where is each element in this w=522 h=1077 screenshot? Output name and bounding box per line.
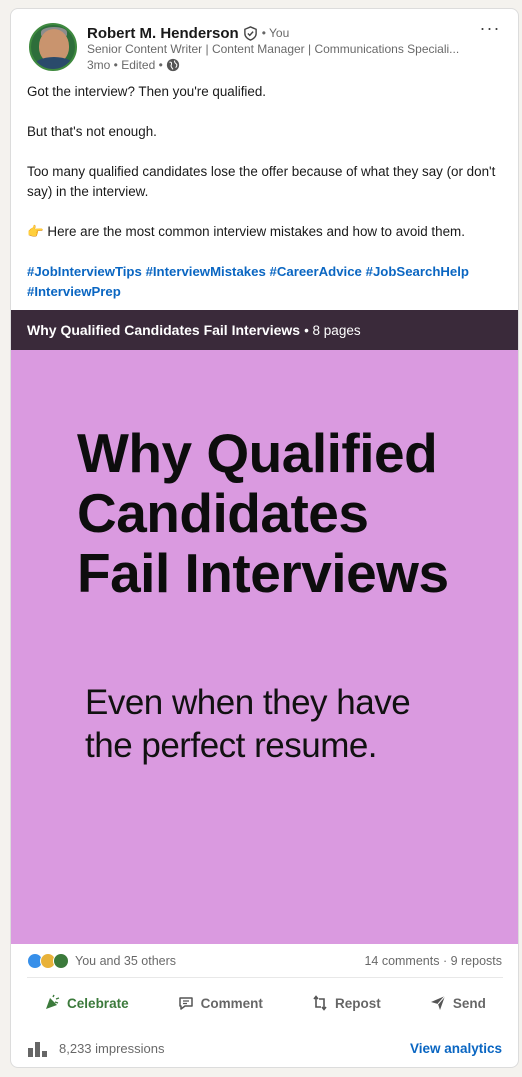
post-line: But that's not enough. — [27, 124, 157, 139]
more-options-button[interactable]: ··· — [476, 19, 504, 41]
hashtag-link[interactable]: #InterviewMistakes — [146, 264, 266, 279]
celebrate-label: Celebrate — [67, 995, 129, 1011]
impressions-count: 8,233 impressions — [59, 1040, 165, 1056]
author-headline: Senior Content Writer | Content Manager … — [87, 42, 460, 56]
hashtags: #JobInterviewTips #InterviewMistakes #Ca… — [27, 262, 505, 302]
send-label: Send — [452, 995, 486, 1011]
slide-subtitle: Even when they have the perfect resume. — [85, 681, 505, 767]
author-name[interactable]: Robert M. Henderson — [87, 25, 239, 42]
slide-title-line: Why Qualified — [77, 422, 438, 484]
bar-chart-icon — [28, 1042, 47, 1057]
send-icon — [430, 995, 446, 1010]
post-time: 3mo • Edited • — [87, 58, 163, 72]
repost-label: Repost — [335, 995, 381, 1011]
document-page-count: • 8 pages — [304, 322, 361, 338]
slide-title-line: Candidates — [77, 482, 369, 544]
celebrate-icon — [46, 994, 60, 1009]
comment-button[interactable]: Comment — [169, 988, 271, 1018]
send-button[interactable]: Send — [421, 988, 494, 1018]
analytics-row: 8,233 impressions View analytics — [11, 1033, 518, 1063]
comments-reposts-count[interactable]: 14 comments · 9 reposts — [364, 954, 502, 968]
reactions-count[interactable]: You and 35 others — [75, 954, 176, 968]
action-bar: Celebrate Comment Repost Send — [11, 983, 518, 1023]
social-counts: You and 35 others 14 comments · 9 repost… — [11, 945, 518, 977]
divider — [27, 977, 503, 978]
repost-button[interactable]: Repost — [303, 988, 389, 1018]
reactions-summary[interactable]: You and 35 others — [27, 953, 176, 969]
slide-subtitle-line: the perfect resume. — [85, 726, 378, 765]
post-card: Robert M. Henderson • You Senior Content… — [10, 8, 519, 1068]
document-title: Why Qualified Candidates Fail Interviews — [27, 322, 301, 338]
hashtag-link[interactable]: #InterviewPrep — [27, 284, 121, 299]
comment-icon — [178, 997, 193, 1010]
comment-label: Comment — [200, 995, 263, 1011]
post-header: Robert M. Henderson • You Senior Content… — [11, 9, 518, 85]
slide-title-line: Fail Interviews — [77, 542, 449, 604]
hashtag-link[interactable]: #CareerAdvice — [270, 264, 362, 279]
verified-shield-icon — [243, 25, 257, 41]
document-title-bar[interactable]: Why Qualified Candidates Fail Interviews… — [11, 310, 518, 350]
hashtag-link[interactable]: #JobInterviewTips — [27, 264, 142, 279]
hashtag-link[interactable]: #JobSearchHelp — [366, 264, 469, 279]
post-body: Got the interview? Then you're qualified… — [27, 82, 505, 302]
slide-title: Why Qualified Candidates Fail Interviews — [77, 423, 497, 603]
globe-icon — [166, 58, 179, 72]
post-line: Too many qualified candidates lose the o… — [27, 164, 496, 199]
celebrate-button[interactable]: Celebrate — [35, 988, 137, 1018]
post-line: Got the interview? Then you're qualified… — [27, 84, 267, 99]
repost-icon — [313, 995, 327, 1011]
post-line: 👉 Here are the most common interview mis… — [27, 224, 465, 239]
avatar[interactable] — [29, 23, 77, 71]
post-meta: 3mo • Edited • — [87, 58, 180, 72]
celebrate-reaction-icon — [53, 953, 69, 969]
view-analytics-link[interactable]: View analytics — [410, 1041, 502, 1056]
author-row: Robert M. Henderson • You — [87, 23, 289, 43]
document-slide[interactable]: Why Qualified Candidates Fail Interviews… — [11, 350, 518, 944]
slide-subtitle-line: Even when they have — [85, 683, 411, 722]
author-relation: • You — [261, 26, 290, 40]
